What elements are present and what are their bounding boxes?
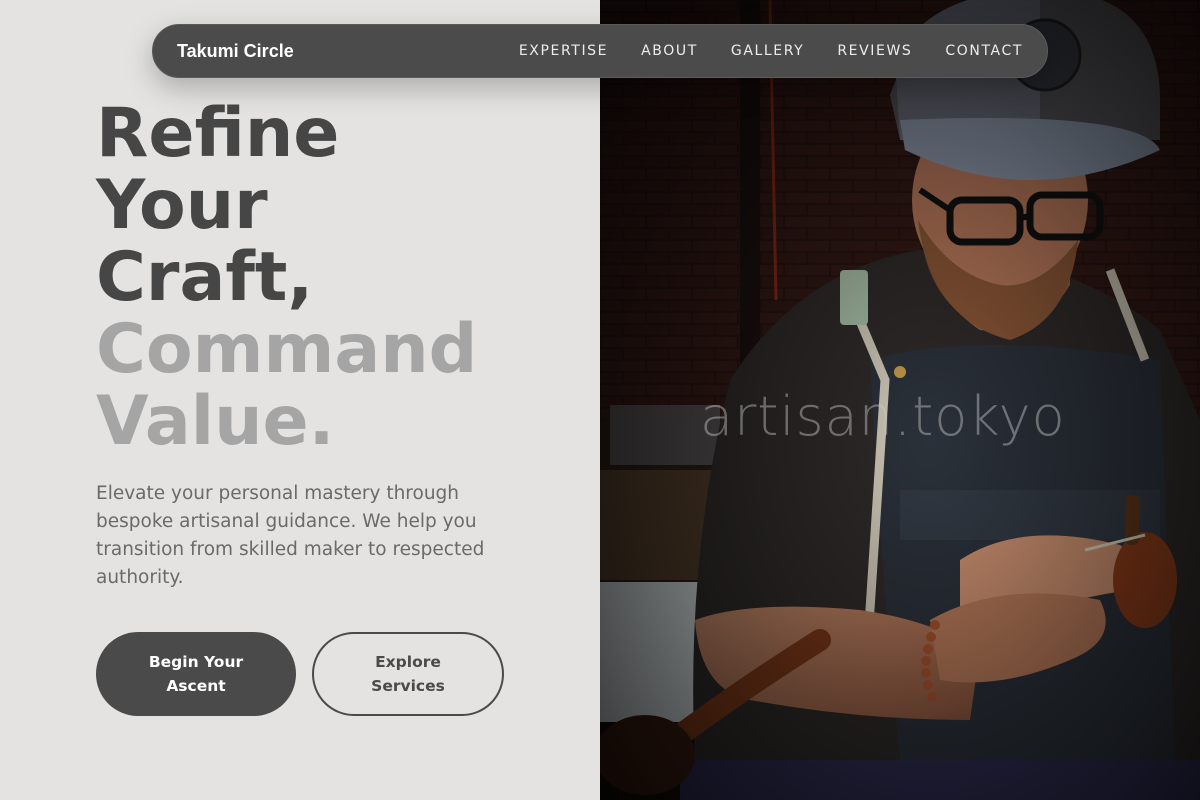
headline-accent-line: Command (96, 310, 478, 389)
nav-link-gallery[interactable]: GALLERY (731, 43, 804, 59)
headline-line: Refine (96, 94, 340, 173)
primary-button-label: Begin Your Ascent (148, 653, 244, 695)
nav-link-expertise[interactable]: EXPERTISE (519, 43, 608, 59)
nav-link-reviews[interactable]: REVIEWS (837, 43, 912, 59)
hero-subtitle: Elevate your personal mastery through be… (96, 483, 485, 588)
brand-logo[interactable]: Takumi Circle (177, 41, 294, 62)
hero-headline: Refine Your Craft, Command Value. (96, 98, 477, 458)
nav-link-about[interactable]: ABOUT (641, 43, 698, 59)
nav-link-contact[interactable]: CONTACT (945, 43, 1023, 59)
headline-line: Your (96, 166, 268, 245)
craftsman-photo-illustration (600, 0, 1200, 800)
explore-services-button[interactable]: Explore Services (312, 632, 504, 716)
begin-your-ascent-button[interactable]: Begin Your Ascent (96, 632, 296, 716)
secondary-button-label: Explore Services (371, 653, 445, 695)
nav-links: EXPERTISE ABOUT GALLERY REVIEWS CONTACT (519, 43, 1023, 59)
hero-photo (600, 0, 1200, 800)
headline-accent-line: Value. (96, 382, 335, 461)
headline-line: Craft, (96, 238, 314, 317)
top-navbar: Takumi Circle EXPERTISE ABOUT GALLERY RE… (152, 24, 1048, 78)
